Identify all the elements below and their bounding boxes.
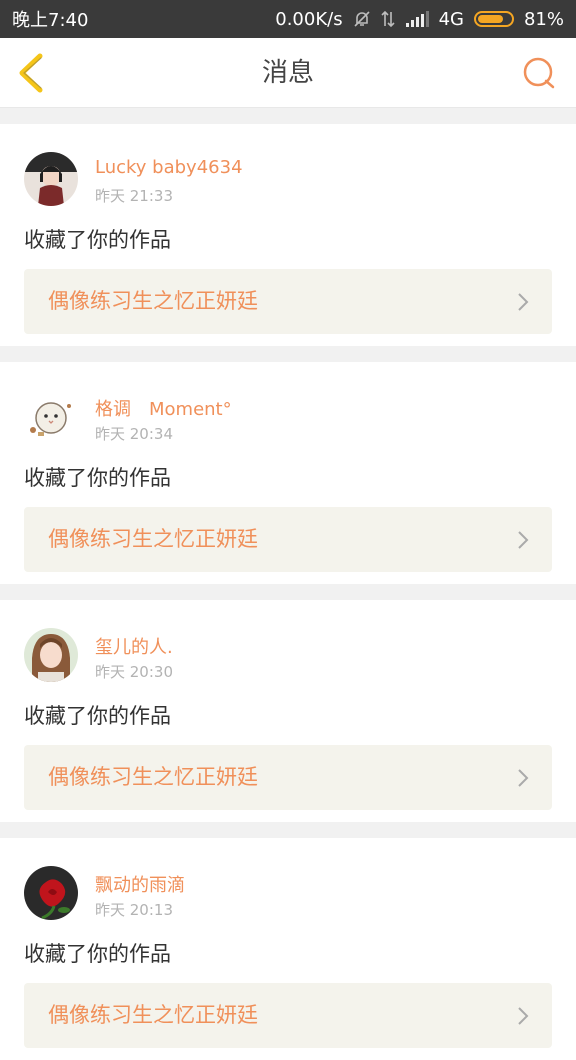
message-card: Lucky baby4634 昨天 21:33 收藏了你的作品 偶像练习生之忆正… xyxy=(0,124,576,346)
avatar[interactable] xyxy=(24,628,78,682)
avatar[interactable] xyxy=(24,390,78,444)
work-title: 偶像练习生之忆正妍廷 xyxy=(48,765,258,789)
work-title: 偶像练习生之忆正妍廷 xyxy=(48,527,258,551)
username[interactable]: 格调 Moment° xyxy=(95,395,232,421)
message-card: 格调 Moment° 昨天 20:34 收藏了你的作品 偶像练习生之忆正妍廷 xyxy=(0,362,576,584)
work-title: 偶像练习生之忆正妍廷 xyxy=(48,1003,258,1027)
message-action: 收藏了你的作品 xyxy=(24,228,171,252)
message-time: 昨天 21:33 xyxy=(95,187,173,205)
work-link[interactable]: 偶像练习生之忆正妍廷 xyxy=(24,983,552,1048)
message-action: 收藏了你的作品 xyxy=(24,704,171,728)
chevron-right-icon xyxy=(518,769,529,787)
status-right: 0.00K/s 4G 81% xyxy=(275,9,564,30)
separator xyxy=(0,584,576,600)
search-icon xyxy=(523,57,555,89)
message-time: 昨天 20:13 xyxy=(95,901,173,919)
separator xyxy=(0,822,576,838)
message-action: 收藏了你的作品 xyxy=(24,466,171,490)
data-arrows-icon xyxy=(381,10,395,28)
message-action: 收藏了你的作品 xyxy=(24,942,171,966)
search-button[interactable] xyxy=(522,56,556,90)
status-bar: 晚上7:40 0.00K/s 4G 81% xyxy=(0,0,576,38)
username[interactable]: 玺儿的人. xyxy=(95,633,173,659)
bell-off-icon xyxy=(353,10,371,28)
separator xyxy=(0,346,576,362)
message-card: 玺儿的人. 昨天 20:30 收藏了你的作品 偶像练习生之忆正妍廷 xyxy=(0,600,576,822)
avatar[interactable] xyxy=(24,866,78,920)
message-card: 飘动的雨滴 昨天 20:13 收藏了你的作品 偶像练习生之忆正妍廷 xyxy=(0,838,576,1060)
network-type: 4G xyxy=(438,8,464,30)
work-link[interactable]: 偶像练习生之忆正妍廷 xyxy=(24,745,552,810)
status-time: 晚上7:40 xyxy=(12,10,89,31)
battery-percent: 81% xyxy=(523,8,564,30)
message-time: 昨天 20:30 xyxy=(95,663,173,681)
header: 消息 xyxy=(0,38,576,108)
username[interactable]: 飘动的雨滴 xyxy=(95,871,185,897)
signal-icon xyxy=(405,11,429,27)
avatar[interactable] xyxy=(24,152,78,206)
chevron-right-icon xyxy=(518,531,529,549)
chevron-right-icon xyxy=(518,293,529,311)
work-link[interactable]: 偶像练习生之忆正妍廷 xyxy=(24,507,552,572)
page-title: 消息 xyxy=(261,58,314,88)
message-list: Lucky baby4634 昨天 21:33 收藏了你的作品 偶像练习生之忆正… xyxy=(0,108,576,1060)
battery-fill xyxy=(477,15,504,23)
username[interactable]: Lucky baby4634 xyxy=(95,157,243,178)
message-time: 昨天 20:34 xyxy=(95,425,173,443)
work-title: 偶像练习生之忆正妍廷 xyxy=(48,289,258,313)
network-speed: 0.00K/s xyxy=(275,8,343,30)
separator xyxy=(0,108,576,124)
battery-icon xyxy=(473,11,514,27)
work-link[interactable]: 偶像练习生之忆正妍廷 xyxy=(24,269,552,334)
